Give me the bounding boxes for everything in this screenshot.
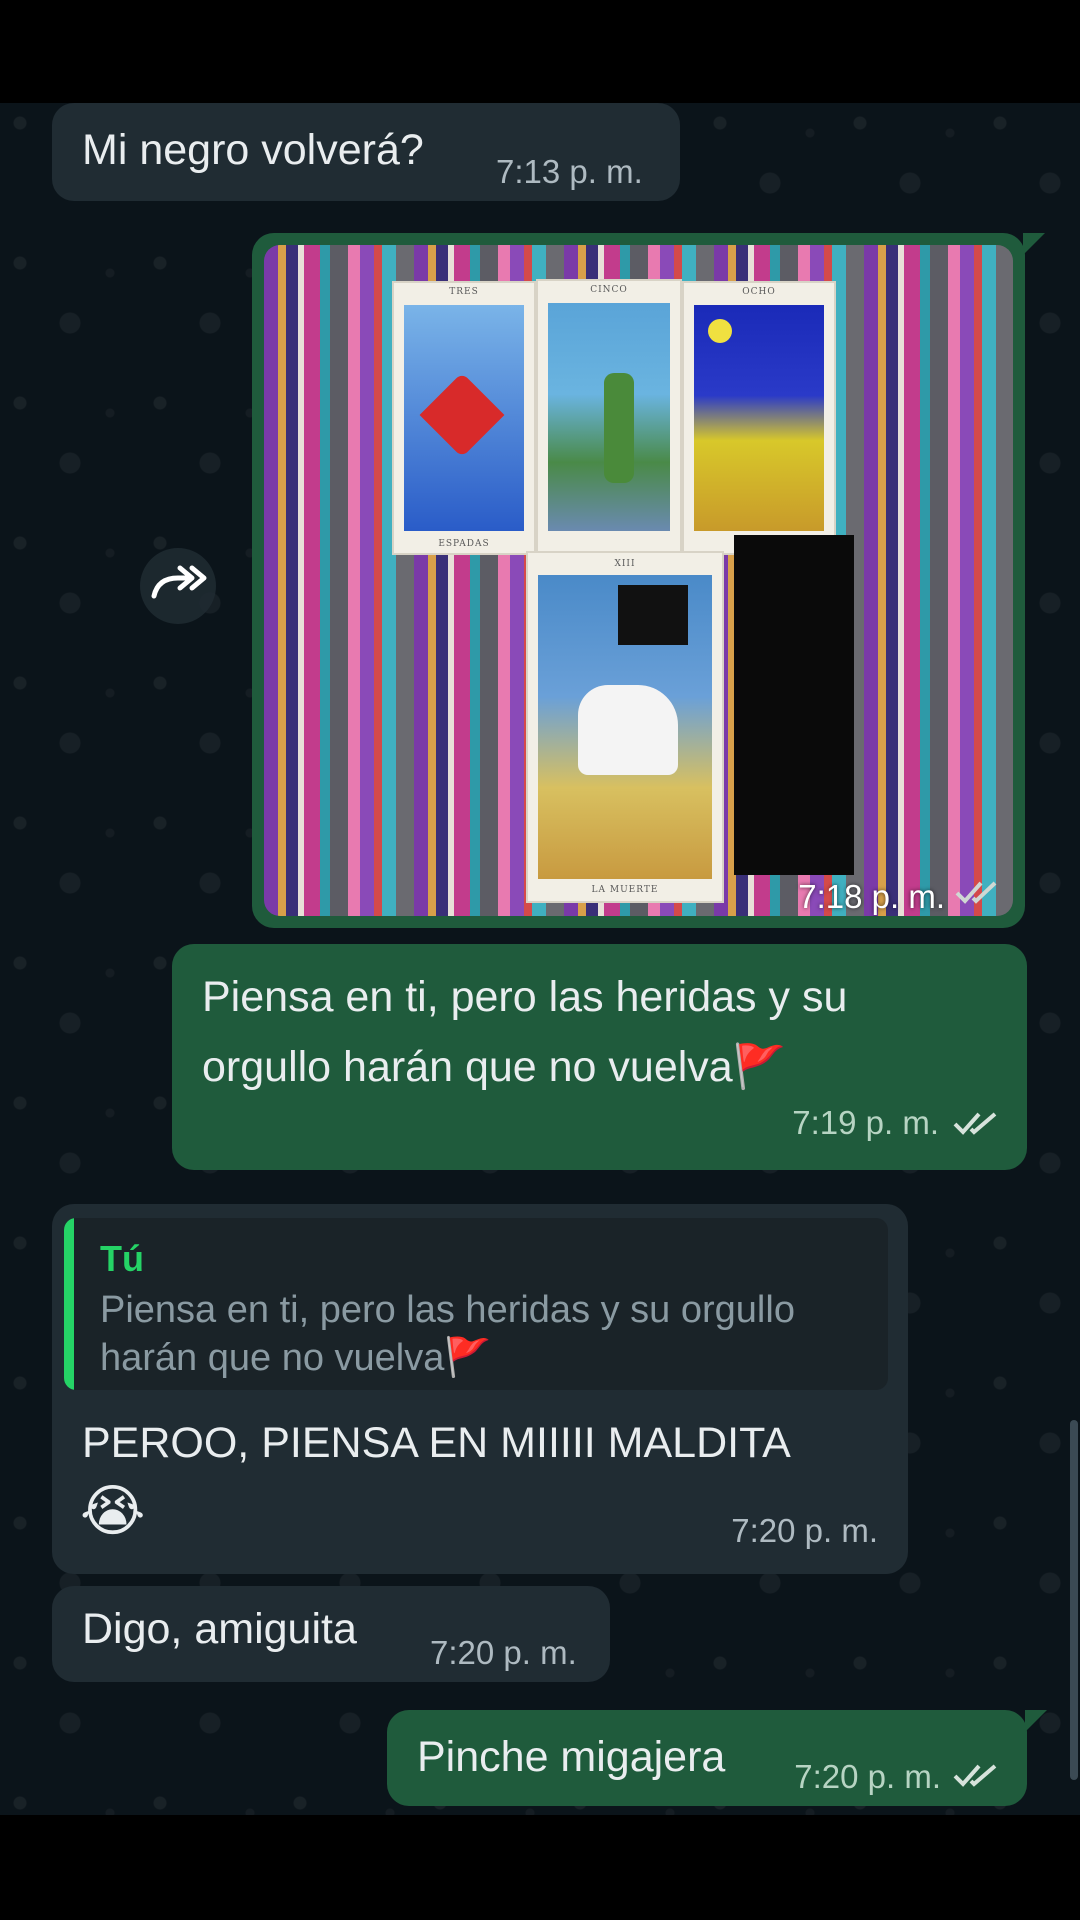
message-time: 7:20 p. m. xyxy=(430,1634,577,1671)
tarot-card: CINCO xyxy=(536,279,682,555)
message-text: Pinche migajera xyxy=(417,1733,726,1781)
double-check-icon xyxy=(953,1764,997,1787)
figure-icon xyxy=(604,373,634,483)
message-bubble-incoming[interactable]: Digo, amiguita 7:20 p. m. xyxy=(52,1586,610,1682)
message-bubble-outgoing[interactable]: Piensa en ti, pero las heridas y su orgu… xyxy=(172,944,1027,1170)
status-bar xyxy=(0,0,1080,103)
forward-icon xyxy=(151,565,207,599)
image-message[interactable]: TRES ESPADAS CINCO OCHO COPAS XIII xyxy=(252,233,1025,928)
moon-icon xyxy=(708,319,732,343)
message-text-line: Piensa en ti, pero las heridas y su xyxy=(202,973,848,1021)
message-time: 7:19 p. m. xyxy=(792,1104,939,1141)
navigation-bar xyxy=(0,1815,1080,1920)
double-check-icon xyxy=(955,881,997,904)
quote-text: Piensa en ti, pero las heridas y su orgu… xyxy=(100,1289,795,1379)
message-bubble-incoming-reply[interactable]: Tú Piensa en ti, pero las heridas y su o… xyxy=(52,1204,908,1574)
tarot-card: TRES ESPADAS xyxy=(392,281,536,555)
crying-emoji: 😭 xyxy=(80,1479,146,1542)
message-bubble-outgoing[interactable]: Pinche migajera 7:20 p. m. xyxy=(387,1710,1027,1806)
quote-accent-bar xyxy=(64,1218,74,1390)
tarot-photo[interactable]: TRES ESPADAS CINCO OCHO COPAS XIII xyxy=(264,245,1013,916)
tarot-card: XIII LA MUERTE xyxy=(526,551,724,903)
card-title: CINCO xyxy=(590,285,628,295)
heart-icon xyxy=(419,372,505,458)
message-time: 7:20 p. m. xyxy=(794,1758,941,1795)
quote-author: Tú xyxy=(100,1238,144,1279)
message-time: 7:20 p. m. xyxy=(731,1512,878,1549)
message-time: 7:18 p. m. xyxy=(798,878,945,915)
flag-icon xyxy=(618,585,688,645)
horse-icon xyxy=(578,685,678,775)
tarot-card: OCHO COPAS xyxy=(682,281,836,555)
message-text-line: orgullo harán que no vuelva🚩 xyxy=(202,1043,787,1091)
double-check-icon xyxy=(953,1112,997,1135)
message-text: PEROO, PIENSA EN MIIIII MALDITA xyxy=(82,1419,791,1467)
message-text: Digo, amiguita xyxy=(82,1605,357,1653)
message-bubble-incoming[interactable]: Mi negro volverá? 7:13 p. m. xyxy=(52,103,680,201)
black-cloth xyxy=(734,535,854,875)
forward-button[interactable] xyxy=(140,548,216,624)
quoted-message[interactable]: Tú Piensa en ti, pero las heridas y su o… xyxy=(64,1218,888,1390)
card-suit: ESPADAS xyxy=(438,539,490,549)
message-text: Mi negro volverá? xyxy=(82,126,424,174)
scrollbar-thumb[interactable] xyxy=(1070,1420,1078,1780)
message-time: 7:13 p. m. xyxy=(496,153,643,190)
card-name: LA MUERTE xyxy=(591,885,659,895)
card-title: TRES xyxy=(449,287,479,297)
bubble-tail xyxy=(1025,1710,1047,1732)
card-title: OCHO xyxy=(742,287,776,297)
bubble-tail xyxy=(1023,233,1045,255)
card-title: XIII xyxy=(614,559,636,569)
